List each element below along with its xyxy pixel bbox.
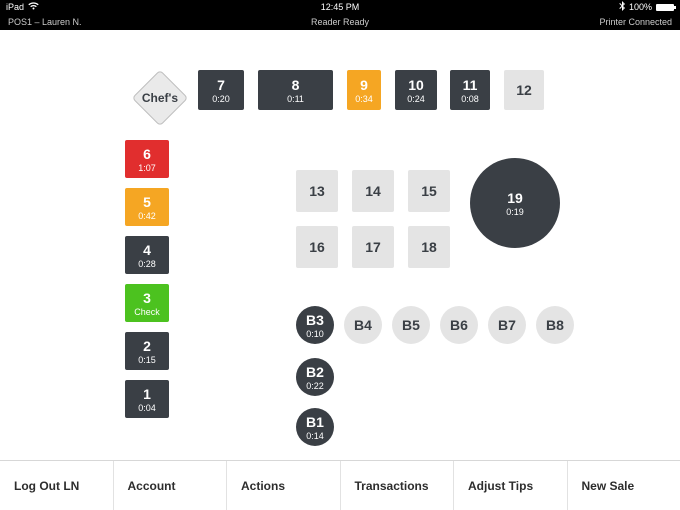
table-1[interactable]: 10:04 <box>125 380 169 418</box>
table-number: 6 <box>143 146 151 162</box>
chef-table[interactable]: Chef's <box>132 70 188 126</box>
table-number: 15 <box>421 183 437 199</box>
table-number: B4 <box>354 317 372 333</box>
table-number: 14 <box>365 183 381 199</box>
bar-seat-B2[interactable]: B20:22 <box>296 358 334 396</box>
table-number: 9 <box>360 77 368 93</box>
table-9[interactable]: 90:34 <box>347 70 381 110</box>
wifi-icon <box>28 2 39 12</box>
floor-plan: Chef's 70:2080:1190:34100:24110:081261:0… <box>0 30 680 460</box>
table-number: 12 <box>516 82 532 98</box>
table-time: 0:19 <box>506 207 524 217</box>
table-time: 0:34 <box>355 94 373 104</box>
table-19[interactable]: 190:19 <box>470 158 560 248</box>
bottom-bar: Log Out LNAccountActionsTransactionsAdju… <box>0 460 680 510</box>
adjust-tips-button[interactable]: Adjust Tips <box>454 461 568 510</box>
bar-seat-B6[interactable]: B6 <box>440 306 478 344</box>
bar-seat-B3[interactable]: B30:10 <box>296 306 334 344</box>
table-time: 0:42 <box>138 211 156 221</box>
table-time: 1:07 <box>138 163 156 173</box>
table-time: 0:20 <box>212 94 230 104</box>
table-11[interactable]: 110:08 <box>450 70 490 110</box>
table-number: B5 <box>402 317 420 333</box>
table-18[interactable]: 18 <box>408 226 450 268</box>
ios-status-bar: iPad 12:45 PM 100% <box>0 0 680 14</box>
pos-status-bar: POS1 – Lauren N. Reader Ready Printer Co… <box>0 14 680 30</box>
table-number: B2 <box>306 364 324 380</box>
table-10[interactable]: 100:24 <box>395 70 437 110</box>
bluetooth-icon <box>619 1 625 13</box>
table-number: 7 <box>217 77 225 93</box>
table-13[interactable]: 13 <box>296 170 338 212</box>
battery-icon <box>656 4 674 11</box>
table-number: 4 <box>143 242 151 258</box>
pos-id: POS1 – Lauren N. <box>8 17 82 27</box>
table-time: 0:14 <box>306 431 324 441</box>
table-17[interactable]: 17 <box>352 226 394 268</box>
table-number: 5 <box>143 194 151 210</box>
table-7[interactable]: 70:20 <box>198 70 244 110</box>
table-3[interactable]: 3Check <box>125 284 169 322</box>
table-number: 8 <box>292 77 300 93</box>
table-5[interactable]: 50:42 <box>125 188 169 226</box>
table-8[interactable]: 80:11 <box>258 70 333 110</box>
table-number: 19 <box>507 190 523 206</box>
table-time: Check <box>134 307 160 317</box>
reader-status: Reader Ready <box>311 17 369 27</box>
bar-seat-B5[interactable]: B5 <box>392 306 430 344</box>
table-number: 16 <box>309 239 325 255</box>
table-number: B8 <box>546 317 564 333</box>
actions-button[interactable]: Actions <box>227 461 341 510</box>
bar-seat-B7[interactable]: B7 <box>488 306 526 344</box>
chef-label: Chef's <box>142 91 178 105</box>
table-number: 1 <box>143 386 151 402</box>
printer-status: Printer Connected <box>599 17 672 27</box>
table-time: 0:04 <box>138 403 156 413</box>
table-time: 0:15 <box>138 355 156 365</box>
table-number: 18 <box>421 239 437 255</box>
bar-seat-B8[interactable]: B8 <box>536 306 574 344</box>
table-number: 17 <box>365 239 381 255</box>
table-number: B7 <box>498 317 516 333</box>
table-time: 0:08 <box>461 94 479 104</box>
table-16[interactable]: 16 <box>296 226 338 268</box>
table-number: B3 <box>306 312 324 328</box>
table-2[interactable]: 20:15 <box>125 332 169 370</box>
new-sale-button[interactable]: New Sale <box>568 461 680 510</box>
table-12[interactable]: 12 <box>504 70 544 110</box>
table-number: B1 <box>306 414 324 430</box>
table-15[interactable]: 15 <box>408 170 450 212</box>
table-number: 3 <box>143 290 151 306</box>
transactions-button[interactable]: Transactions <box>341 461 455 510</box>
table-number: B6 <box>450 317 468 333</box>
table-number: 10 <box>408 77 424 93</box>
table-time: 0:11 <box>287 94 304 104</box>
table-6[interactable]: 61:07 <box>125 140 169 178</box>
table-14[interactable]: 14 <box>352 170 394 212</box>
table-time: 0:24 <box>407 94 425 104</box>
table-time: 0:28 <box>138 259 156 269</box>
table-number: 13 <box>309 183 325 199</box>
status-time: 12:45 PM <box>321 2 360 12</box>
logout-button[interactable]: Log Out LN <box>0 461 114 510</box>
table-number: 11 <box>463 77 478 93</box>
device-label: iPad <box>6 2 24 12</box>
account-button[interactable]: Account <box>114 461 228 510</box>
bar-seat-B1[interactable]: B10:14 <box>296 408 334 446</box>
bar-seat-B4[interactable]: B4 <box>344 306 382 344</box>
table-number: 2 <box>143 338 151 354</box>
table-time: 0:10 <box>306 329 324 339</box>
battery-label: 100% <box>629 2 652 12</box>
table-4[interactable]: 40:28 <box>125 236 169 274</box>
table-time: 0:22 <box>306 381 324 391</box>
